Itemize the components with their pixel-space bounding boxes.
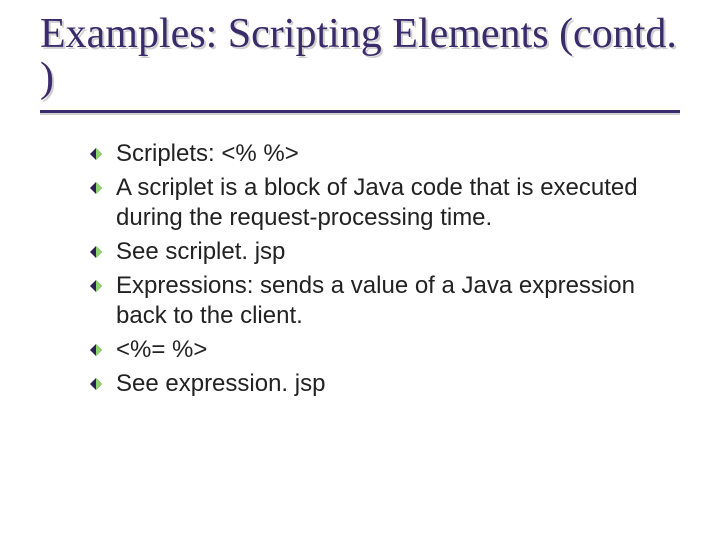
list-item: A scriplet is a block of Java code that …: [90, 173, 660, 233]
diamond-bullet-icon: [90, 246, 102, 258]
list-item-text: See scriplet. jsp: [116, 238, 285, 265]
list-item-text: See expression. jsp: [116, 370, 325, 397]
list-item: See expression. jsp: [90, 369, 660, 399]
diamond-bullet-icon: [90, 344, 102, 356]
slide-title: Examples: Scripting Elements (contd. ): [40, 12, 680, 100]
list-item: See scriplet. jsp: [90, 237, 660, 267]
list-item: Expressions: sends a value of a Java exp…: [90, 271, 660, 331]
diamond-bullet-icon: [90, 280, 102, 292]
list-item: <%= %>: [90, 335, 660, 365]
slide: Examples: Scripting Elements (contd. ) S…: [0, 0, 720, 540]
list-item-text: <%= %>: [116, 336, 207, 363]
title-underline: [40, 110, 680, 113]
diamond-bullet-icon: [90, 148, 102, 160]
diamond-bullet-icon: [90, 378, 102, 390]
list-item: Scriplets: <% %>: [90, 139, 660, 169]
title-block: Examples: Scripting Elements (contd. ): [40, 12, 680, 113]
slide-body: Scriplets: <% %> A scriplet is a block o…: [40, 139, 680, 399]
list-item-text: Expressions: sends a value of a Java exp…: [116, 272, 635, 329]
list-item-text: A scriplet is a block of Java code that …: [116, 174, 638, 231]
list-item-text: Scriplets: <% %>: [116, 140, 299, 167]
diamond-bullet-icon: [90, 182, 102, 194]
